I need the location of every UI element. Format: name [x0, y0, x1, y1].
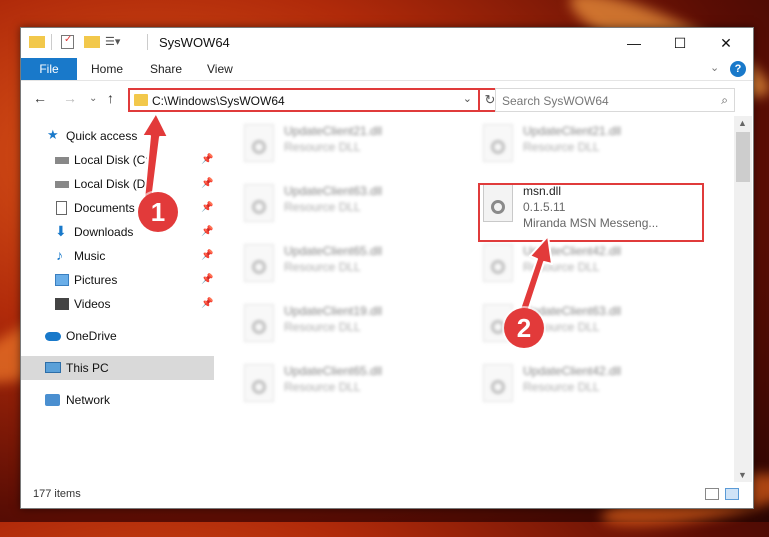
step-1-badge: 1 — [138, 192, 178, 232]
annotation-arrows — [141, 112, 553, 315]
step-2-badge: 2 — [504, 308, 544, 348]
arrow-to-msn-dll — [518, 235, 553, 315]
arrow-to-address-bar — [141, 112, 169, 201]
